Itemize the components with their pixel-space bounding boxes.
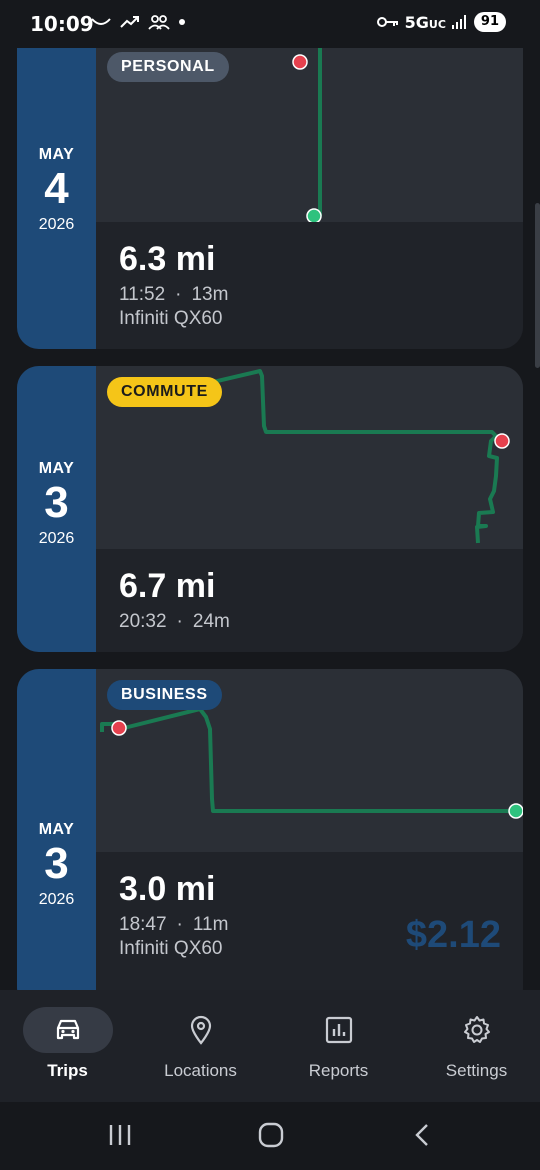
separator: ·	[176, 611, 183, 632]
status-time: 10:09	[30, 12, 94, 36]
trip-card[interactable]: MAY 3 2026 COMMUTE 6.7 mi 20:32 · 24m	[17, 366, 523, 652]
nav-locations[interactable]: Locations	[133, 990, 268, 1102]
trip-reimbursement: $2.12	[405, 914, 501, 956]
trip-year: 2026	[38, 530, 75, 547]
trip-date: MAY 3 2026	[17, 366, 96, 652]
vpn-key-icon	[376, 17, 398, 27]
trip-time: 18:47	[119, 914, 167, 935]
start-marker	[508, 803, 523, 819]
trip-card[interactable]: MAY 3 2026 BUSINESS 3.0 mi 18:47 · 11m Inf…	[17, 669, 523, 990]
trip-duration: 24m	[192, 611, 230, 632]
signal-icon	[451, 15, 466, 29]
trip-distance: 3.0 mi	[119, 870, 216, 908]
nav-settings-indicator	[432, 1007, 522, 1053]
trip-date: MAY 3 2026	[17, 669, 96, 990]
trip-day: 3	[44, 478, 69, 527]
separator: ·	[176, 914, 183, 935]
trip-distance: 6.7 mi	[119, 567, 216, 605]
separator: ·	[175, 284, 182, 305]
nav-locations-indicator	[156, 1007, 246, 1053]
location-pin-icon	[190, 1015, 211, 1045]
nav-reports-indicator	[294, 1007, 384, 1053]
end-marker	[494, 433, 510, 449]
trip-month: MAY	[38, 460, 75, 477]
trip-month: MAY	[38, 146, 75, 163]
trip-time-duration: 18:47 · 11m	[119, 914, 228, 936]
trip-day: 3	[44, 839, 69, 888]
group-icon	[148, 15, 170, 30]
trip-vehicle: Infiniti QX60	[119, 308, 223, 329]
start-marker	[306, 208, 322, 222]
nav-locations-label: Locations	[164, 1061, 237, 1080]
trip-info: 6.7 mi 20:32 · 24m	[96, 549, 523, 652]
dot-icon	[179, 19, 185, 25]
route-line	[100, 707, 518, 813]
nav-reports[interactable]: Reports	[271, 990, 406, 1102]
trip-time: 20:32	[119, 611, 167, 632]
status-bar: 10:09 5GUC 91	[0, 0, 540, 48]
trip-time-duration: 20:32 · 24m	[119, 611, 230, 633]
smile-icon	[91, 18, 111, 25]
nav-settings[interactable]: Settings	[409, 990, 540, 1102]
trip-card[interactable]: MAY 4 2026 PERSONAL 6.3 mi 11:52 · 13m Inf…	[17, 48, 523, 349]
trip-time-duration: 11:52 · 13m	[119, 284, 228, 306]
bar-chart-icon	[325, 1016, 352, 1044]
nav-reports-label: Reports	[308, 1061, 369, 1080]
network-type: 5GUC	[404, 12, 446, 32]
end-marker	[292, 54, 308, 70]
trip-year: 2026	[38, 216, 75, 233]
gear-icon	[463, 1016, 490, 1043]
system-status: 5GUC 91	[376, 12, 506, 32]
trip-distance: 6.3 mi	[119, 240, 216, 278]
bottom-nav: Trips Locations Reports Settings	[0, 990, 540, 1102]
notification-icons	[90, 14, 186, 30]
trip-time: 11:52	[119, 284, 166, 305]
nav-trips-indicator	[22, 1007, 113, 1053]
nav-trips[interactable]: Trips	[0, 990, 135, 1102]
trip-vehicle: Infiniti QX60	[119, 938, 223, 959]
trending-icon	[120, 16, 139, 28]
system-nav-bar	[0, 1102, 540, 1170]
battery-level: 91	[473, 12, 506, 32]
end-marker	[111, 720, 127, 736]
home-icon[interactable]	[258, 1122, 284, 1148]
trip-info: 6.3 mi 11:52 · 13m Infiniti QX60	[96, 222, 523, 349]
nav-trips-label: Trips	[47, 1061, 88, 1080]
recent-apps-icon[interactable]	[108, 1122, 132, 1148]
scrollbar[interactable]	[535, 203, 540, 368]
trip-tag[interactable]: COMMUTE	[107, 377, 222, 407]
car-icon	[56, 1019, 79, 1040]
trip-tag[interactable]: PERSONAL	[107, 52, 229, 82]
trip-year: 2026	[38, 891, 75, 908]
trip-duration: 13m	[191, 284, 229, 305]
trip-day: 4	[44, 164, 69, 213]
route-line	[195, 369, 499, 544]
nav-settings-label: Settings	[445, 1061, 508, 1080]
trip-tag[interactable]: BUSINESS	[107, 680, 222, 710]
back-icon[interactable]	[412, 1122, 432, 1148]
trip-list[interactable]: MAY 4 2026 PERSONAL 6.3 mi 11:52 · 13m Inf…	[0, 48, 540, 990]
trip-month: MAY	[38, 821, 75, 838]
trip-date: MAY 4 2026	[17, 48, 96, 349]
trip-info: 3.0 mi 18:47 · 11m Infiniti QX60 $2.12	[96, 852, 523, 990]
trip-duration: 11m	[192, 914, 229, 935]
